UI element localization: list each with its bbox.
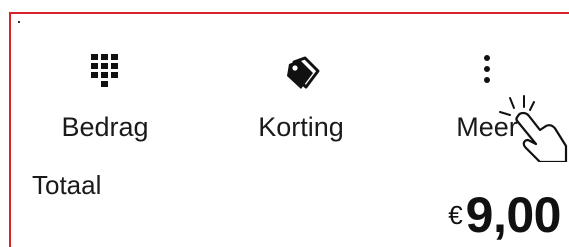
bedrag-button[interactable]: Bedrag [30, 50, 180, 143]
korting-button[interactable]: Korting [226, 50, 376, 143]
total-label: Totaal [32, 170, 102, 200]
bedrag-label: Bedrag [61, 112, 149, 142]
currency-symbol: € [448, 200, 463, 230]
total-value: 9,00 [465, 187, 562, 243]
more-vertical-icon [412, 50, 562, 94]
corner-dot [18, 21, 20, 23]
tap-hand-icon [496, 92, 569, 167]
tag-icon [226, 50, 376, 94]
total-amount: €9,00 [448, 186, 561, 244]
keypad-icon [30, 50, 180, 94]
korting-label: Korting [258, 112, 344, 142]
